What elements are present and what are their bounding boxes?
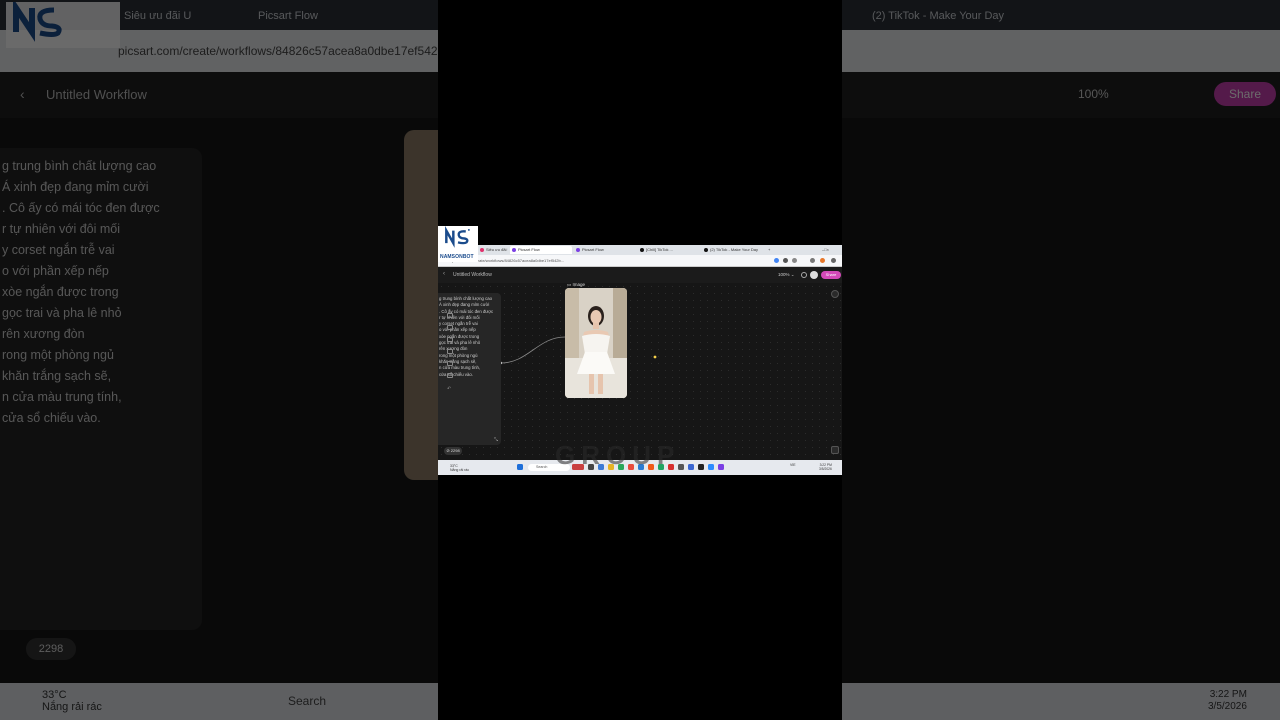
bg-prompt-text: g trung bình chất lượng cao Á xinh đẹp đ…	[2, 159, 160, 425]
undo-icon[interactable]: ↶	[447, 387, 453, 392]
bg-clock-date: 3/5/2026	[1208, 701, 1247, 712]
bg-workflow-title: Untitled Workflow	[46, 87, 147, 102]
generated-image[interactable]	[565, 288, 627, 398]
bg-back-icon: ‹	[20, 86, 25, 102]
cursor-tool-icon[interactable]	[447, 313, 453, 318]
side-panel-icon[interactable]	[831, 290, 839, 298]
bg-weather: 33°C Nắng rải rác	[42, 689, 102, 713]
bg-clock: 3:22 PM 3/5/2026	[1208, 689, 1247, 713]
app-icon[interactable]	[688, 464, 694, 470]
bg-clock-time: 3:22 PM	[1209, 689, 1247, 700]
taskbar-search-label: Search	[536, 465, 548, 469]
video-tool-icon[interactable]	[447, 349, 453, 354]
expand-icon[interactable]: ⤡	[494, 437, 498, 443]
image-node-title: Image	[572, 282, 586, 287]
bg-image-card	[404, 130, 442, 480]
bg-share-button: Share	[1214, 82, 1276, 106]
add-tool-icon[interactable]	[447, 325, 453, 330]
weather-desc: Nắng rải rác	[450, 468, 470, 472]
zoom-app-icon[interactable]	[708, 464, 714, 470]
bg-tab-2: Picsart Flow	[258, 10, 318, 22]
watermark-text: GROUP	[555, 440, 681, 470]
picsart-icon[interactable]	[718, 464, 724, 470]
namsonbot-logo-text: NAMSONBOT	[440, 254, 474, 260]
woman-portrait-icon	[565, 288, 627, 398]
bg-url: picsart.com/create/workflows/84826c57ace…	[118, 44, 455, 58]
clock-date: 3/5/2026	[819, 467, 832, 471]
image-tool-icon[interactable]	[447, 337, 453, 342]
bg-tab-1: Siêu ưu đãi U	[124, 10, 192, 22]
start-icon[interactable]	[517, 464, 523, 470]
video-stage: Siêu ưu đãi U Picsart Flow (2) TikTok - …	[0, 0, 1280, 720]
bg-namsonbot-logo-icon	[6, 2, 120, 48]
bg-weather-temp: 33°C	[42, 689, 67, 701]
folder-tool-icon[interactable]	[447, 373, 453, 378]
bg-tab-5: (2) TikTok - Make Your Day	[872, 10, 1005, 22]
namsonbot-logo-icon	[445, 225, 470, 248]
bg-weather-desc: Nắng rải rác	[42, 701, 102, 713]
bg-taskbar-search: Search	[288, 694, 327, 708]
credit-count[interactable]: ⊘ 2298	[444, 447, 462, 455]
credit-value: 2298	[450, 448, 460, 453]
bg-credit-count: 2298	[26, 638, 76, 660]
clock[interactable]: 3:22 PM 3/5/2026	[819, 463, 832, 471]
minimap-icon[interactable]	[831, 446, 839, 454]
language-indicator[interactable]: VIE	[790, 463, 796, 467]
weather-widget[interactable]: 33°C Nắng rải rác	[450, 464, 469, 472]
bg-zoom-level: 100%	[1078, 87, 1109, 101]
app-icon[interactable]	[698, 464, 704, 470]
chat-tool-icon[interactable]	[447, 361, 453, 366]
